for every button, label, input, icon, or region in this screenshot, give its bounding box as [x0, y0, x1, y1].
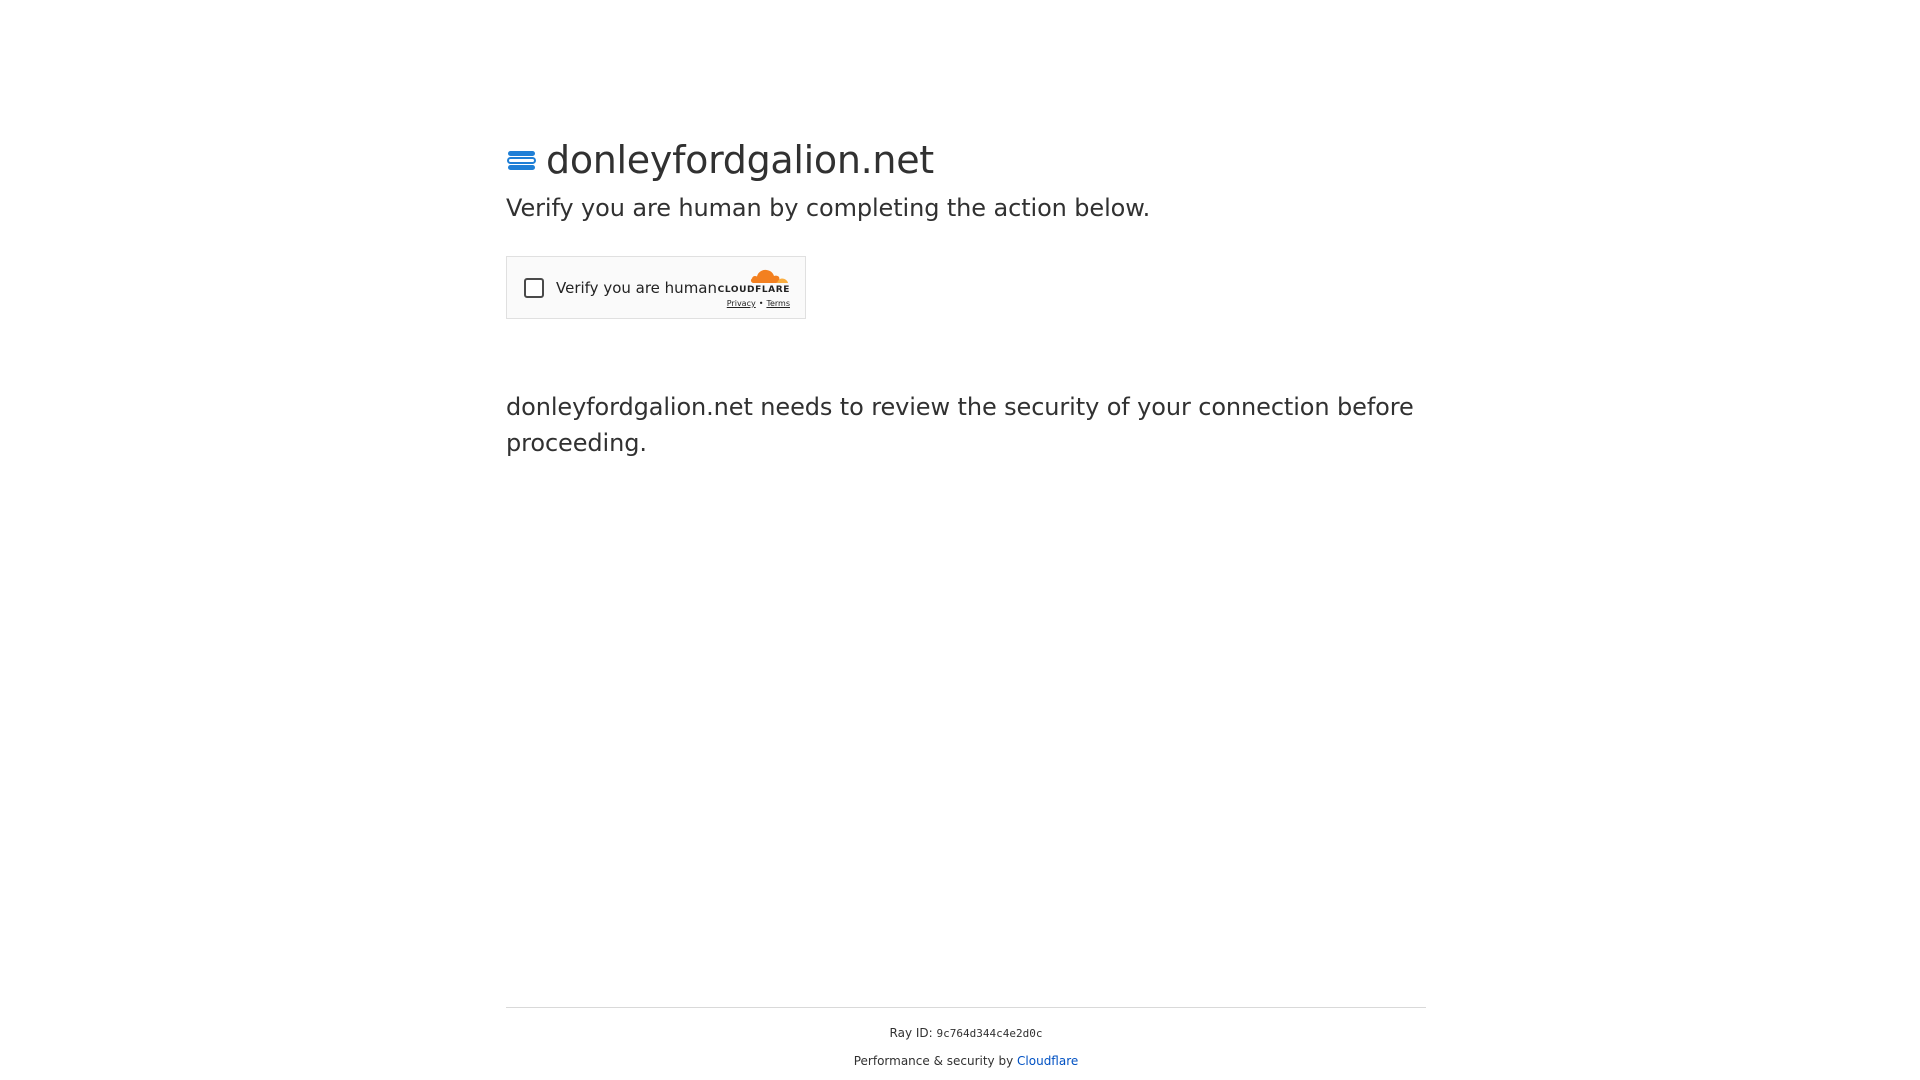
link-separator: • — [758, 299, 764, 308]
main-content: donleyfordgalion.net Verify you are huma… — [506, 134, 1426, 461]
terms-link[interactable]: Terms — [766, 299, 790, 308]
ray-id-row: Ray ID: 9c764d344c4e2d0c — [506, 1025, 1426, 1042]
page-subtitle: Verify you are human by completing the a… — [506, 194, 1151, 222]
privacy-link[interactable]: Privacy — [727, 299, 756, 308]
site-favicon-icon — [507, 151, 536, 170]
verify-checkbox[interactable] — [524, 278, 544, 298]
site-header: donleyfordgalion.net — [506, 134, 1426, 186]
cloudflare-branding: CLOUDFLARE Privacy • Terms — [710, 267, 790, 310]
turnstile-widget: Verify you are human CLOUDFLARE Privacy •… — [506, 256, 806, 319]
performance-row: Performance & security by Cloudflare — [506, 1053, 1426, 1069]
footer: Ray ID: 9c764d344c4e2d0c Performance & s… — [506, 1007, 1426, 1069]
security-description: donleyfordgalion.net needs to review the… — [506, 393, 1414, 457]
widget-links: Privacy • Terms — [710, 298, 790, 310]
challenge-page: donleyfordgalion.net Verify you are huma… — [0, 0, 1920, 1080]
performance-label: Performance & security by — [853, 1054, 1014, 1068]
ray-id-label: Ray ID: — [889, 1026, 933, 1040]
cloudflare-link[interactable]: Cloudflare — [1017, 1054, 1078, 1068]
verify-checkbox-label[interactable]: Verify you are human — [556, 278, 717, 298]
ray-id-value: 9c764d344c4e2d0c — [936, 1027, 1043, 1040]
cloudflare-cloud-icon — [750, 269, 788, 283]
cloudflare-wordmark: CLOUDFLARE — [717, 285, 790, 295]
site-title: donleyfordgalion.net — [546, 138, 934, 182]
